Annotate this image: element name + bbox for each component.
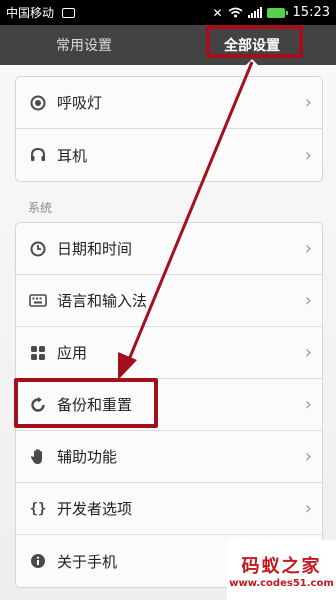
- settings-item-label: 日期和时间: [57, 240, 133, 258]
- watermark: 码蚁之家 www.codes51.com: [227, 540, 336, 600]
- tab-all-settings-label: 全部设置: [224, 38, 280, 54]
- chevron-right-icon: ›: [304, 498, 312, 519]
- backup-icon: [29, 396, 47, 414]
- settings-item-developer-options[interactable]: {} 开发者选项 ›: [16, 483, 322, 535]
- settings-group-top: 呼吸灯 › 耳机 ›: [15, 76, 323, 182]
- info-icon: [29, 552, 47, 570]
- settings-item-label: 语言和输入法: [57, 292, 148, 310]
- chevron-right-icon: ›: [304, 92, 312, 113]
- settings-item-apps[interactable]: 应用 ›: [16, 327, 322, 379]
- settings-item-language-input[interactable]: 语言和输入法 ›: [16, 275, 322, 327]
- section-title-system: 系统: [28, 201, 53, 215]
- active-tab-pointer: [245, 59, 259, 66]
- chevron-right-icon: ›: [304, 238, 312, 259]
- watermark-url: www.codes51.com: [229, 578, 334, 589]
- settings-item-label: 耳机: [57, 146, 88, 165]
- hand-icon: [29, 448, 47, 466]
- apps-icon: [29, 344, 47, 362]
- chevron-right-icon: ›: [304, 446, 312, 467]
- wifi-icon: [228, 7, 243, 18]
- settings-tab-bar: 常用设置 全部设置: [0, 25, 336, 66]
- status-bar: 中国移动 ✕ 15:23: [0, 0, 336, 25]
- keyboard-icon: [29, 292, 47, 310]
- watermark-brand: 码蚁之家: [241, 556, 322, 577]
- carrier-name: 中国移动: [6, 6, 55, 20]
- chevron-right-icon: ›: [304, 394, 312, 415]
- breathing-light-icon: [29, 94, 47, 112]
- settings-item-label: 应用: [57, 344, 88, 362]
- braces-icon: {}: [29, 500, 47, 517]
- image-notification-icon: [61, 8, 75, 18]
- settings-item-label: 开发者选项: [57, 500, 133, 518]
- settings-item-label: 备份和重置: [57, 396, 133, 414]
- tab-common-settings-label: 常用设置: [56, 38, 112, 54]
- settings-item-breathing-light[interactable]: 呼吸灯 ›: [16, 77, 322, 129]
- clock-time: 15:23: [292, 5, 330, 20]
- settings-item-backup-reset[interactable]: 备份和重置 ›: [16, 379, 322, 431]
- chevron-right-icon: ›: [304, 144, 312, 166]
- settings-item-accessibility[interactable]: 辅助功能 ›: [16, 431, 322, 483]
- tab-all-settings[interactable]: 全部设置: [168, 25, 336, 66]
- tab-common-settings[interactable]: 常用设置: [0, 25, 168, 65]
- settings-item-label: 呼吸灯: [57, 94, 103, 112]
- vibrate-off-icon: ✕: [212, 5, 223, 20]
- settings-item-headphones[interactable]: 耳机 ›: [16, 129, 322, 181]
- settings-group-system: 日期和时间 › 语言和输入法 › 应用 › 备份和重置 › 辅助功能 › {} …: [15, 222, 323, 588]
- settings-item-date-time[interactable]: 日期和时间 ›: [16, 223, 322, 275]
- clock-icon: [29, 240, 47, 258]
- settings-item-label: 辅助功能: [57, 448, 118, 466]
- battery-icon: [266, 7, 288, 18]
- signal-strength-icon: [247, 7, 262, 18]
- chevron-right-icon: ›: [304, 290, 312, 311]
- chevron-right-icon: ›: [304, 342, 312, 363]
- headphones-icon: [29, 146, 47, 164]
